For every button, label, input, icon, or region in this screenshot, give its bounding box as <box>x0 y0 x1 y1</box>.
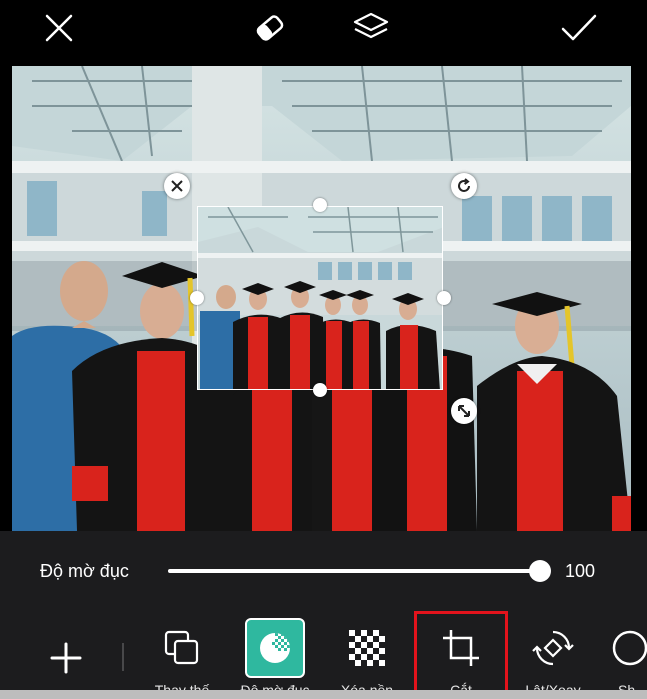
toolbar-divider <box>122 643 124 671</box>
remove-layer-button[interactable] <box>164 173 190 199</box>
close-icon <box>171 180 183 192</box>
checkmark-icon <box>561 14 597 41</box>
tool-crop[interactable]: Cắt <box>416 616 506 699</box>
scale-layer-button[interactable] <box>451 398 477 424</box>
opacity-slider[interactable] <box>168 569 540 573</box>
shape-icon <box>600 618 647 678</box>
tool-flip-rotate[interactable]: Lật/Xoay <box>508 616 598 699</box>
left-resize-handle[interactable] <box>190 291 204 305</box>
close-button[interactable] <box>37 6 81 50</box>
bottom-resize-handle[interactable] <box>313 383 327 397</box>
opacity-value: 100 <box>565 561 596 581</box>
remove-background-icon <box>337 618 397 678</box>
opacity-slider-knob[interactable] <box>529 560 551 582</box>
top-resize-handle[interactable] <box>313 198 327 212</box>
layers-button[interactable] <box>349 6 393 50</box>
tool-replace[interactable]: Thay thế <box>137 616 227 699</box>
close-icon <box>45 14 73 42</box>
opacity-icon <box>245 618 305 678</box>
inserted-photo <box>198 207 442 389</box>
tool-shape[interactable]: Sh <box>600 616 647 699</box>
photo-canvas[interactable] <box>12 66 631 531</box>
screen-bottom-edge <box>0 690 647 699</box>
right-resize-handle[interactable] <box>437 291 451 305</box>
opacity-label: Độ mờ đục <box>40 561 129 581</box>
eraser-button[interactable] <box>248 6 292 50</box>
eraser-icon <box>256 15 284 41</box>
tool-remove-background[interactable]: Xóa nền <box>322 616 412 699</box>
top-toolbar <box>0 0 647 56</box>
add-layer-button[interactable] <box>44 636 88 680</box>
plus-icon <box>50 642 82 674</box>
resize-diagonal-icon <box>458 405 470 417</box>
rotate-icon <box>458 178 470 192</box>
replace-icon <box>152 618 212 678</box>
crop-icon <box>431 618 491 678</box>
apply-button[interactable] <box>557 6 601 50</box>
layers-icon <box>353 12 389 39</box>
inserted-image-layer[interactable] <box>197 206 443 390</box>
tool-opacity[interactable]: Độ mờ đục <box>230 616 320 699</box>
flip-rotate-icon <box>523 618 583 678</box>
rotate-layer-button[interactable] <box>451 173 477 199</box>
